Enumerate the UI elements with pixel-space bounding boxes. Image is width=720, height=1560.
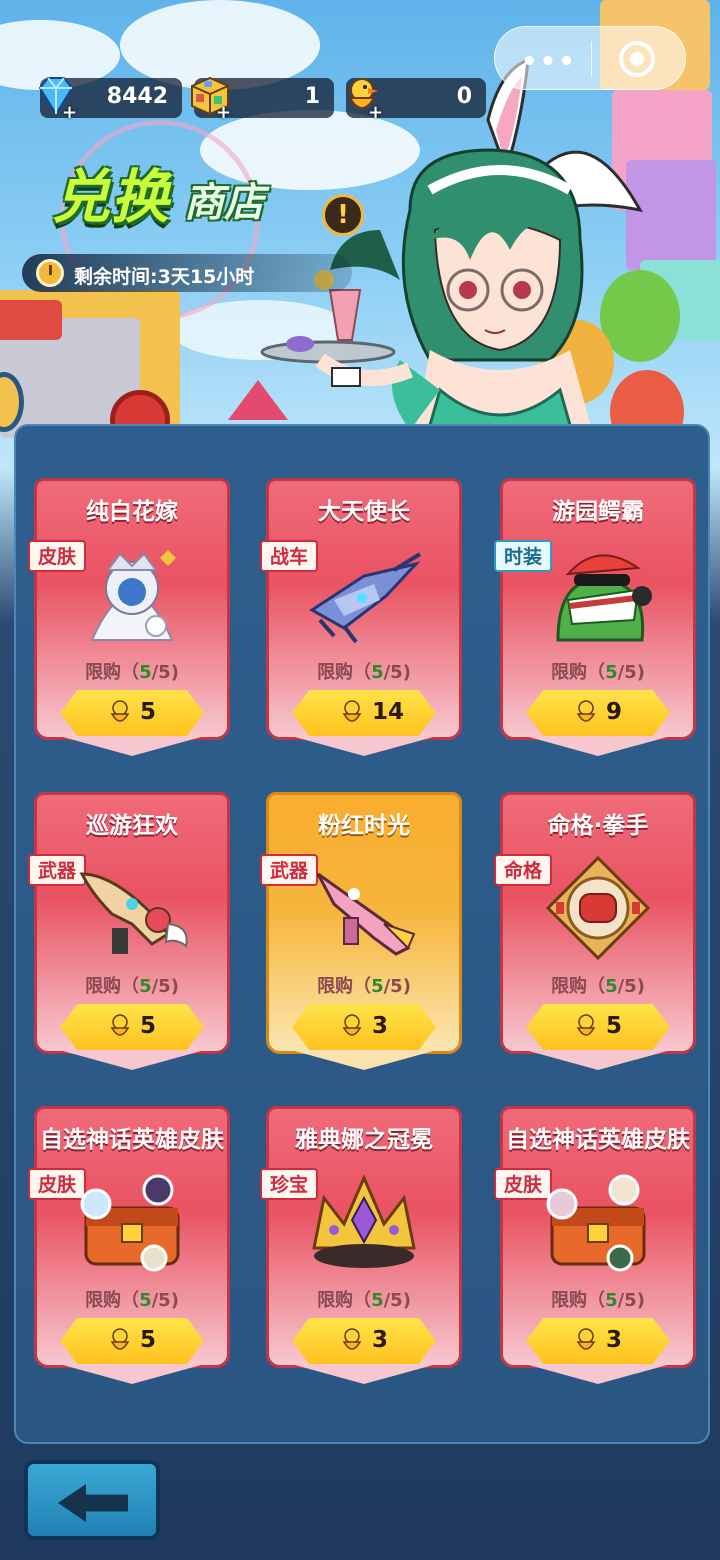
duck-token-icon [110,1328,130,1350]
item-name: 巡游狂欢 [86,813,178,839]
capsule-divider [591,41,592,77]
hero-skin-chest-icon [80,1174,180,1272]
price-value: 3 [372,1013,389,1039]
shop-item-card[interactable]: 游园鳄霸 时装 限购（5/5) 9 [494,478,696,756]
hero-skin-chest-icon [546,1174,646,1272]
info-button[interactable]: ! [322,194,364,236]
price-button[interactable]: 3 [292,1004,436,1050]
purchase-limit: 限购（5/5) [551,662,645,683]
shop-panel: 纯白花嫁 皮肤 限购（5/5) 5 大天使长 战车 限购（5/5) 14 游园鳄… [14,424,710,1444]
shop-item-card[interactable]: 巡游狂欢 武器 限购（5/5) 5 [28,792,230,1070]
crocodile-costume-icon [556,554,652,642]
carnival-gun-icon [79,872,188,954]
archangel-vehicle-icon [309,552,422,644]
duck-token-count: 0 [456,84,472,109]
remaining-time-text: 剩余时间:3天15小时 [74,266,255,288]
item-name: 粉红时光 [318,813,410,839]
price-value: 5 [140,1327,157,1353]
price-value: 5 [606,1013,623,1039]
bride-skin-icon [90,550,176,641]
resource-cube[interactable]: + 1 [191,76,334,123]
shop-title-main: 兑换 [52,163,171,231]
duck-token-icon [342,1328,362,1350]
add-cube-icon[interactable]: + [216,102,231,123]
add-diamond-icon[interactable]: + [62,102,77,123]
purchase-limit: 限购（5/5) [85,662,179,683]
item-name: 大天使长 [318,499,410,525]
remaining-time-bar: 剩余时间:3天15小时 [22,254,352,292]
item-name: 命格·拳手 [547,813,649,839]
back-arrow-icon [58,1484,128,1522]
duck-token-icon [576,1328,596,1350]
duck-token-icon [576,700,596,722]
item-name: 自选神话英雄皮肤 [40,1127,224,1153]
item-name: 雅典娜之冠冕 [295,1127,433,1153]
duck-token-icon [342,700,362,722]
duck-token-icon [576,1014,596,1036]
shop-title-sub: 商店 [184,180,264,226]
price-value: 9 [606,699,623,725]
purchase-limit: 限购（5/5) [85,1290,179,1311]
purchase-limit: 限购（5/5) [85,976,179,997]
purchase-limit: 限购（5/5) [317,662,411,683]
item-name: 游园鳄霸 [552,499,644,525]
shop-item-card[interactable]: 自选神话英雄皮肤 皮肤 限购（5/5) 3 [494,1106,696,1384]
shop-item-card[interactable]: 大天使长 战车 限购（5/5) 14 [260,478,462,756]
price-button[interactable]: 3 [526,1318,670,1364]
price-button[interactable]: 5 [60,1318,204,1364]
clock-icon [36,259,64,287]
shop-item-card[interactable]: 命格·拳手 命格 限购（5/5) 5 [494,792,696,1070]
shop-item-card[interactable]: 自选神话英雄皮肤 皮肤 限购（5/5) 5 [28,1106,230,1384]
duck-token-icon [342,1014,362,1036]
diamond-count: 8442 [106,84,168,109]
more-menu-icon[interactable]: ••• [521,47,577,77]
price-button[interactable]: 5 [60,690,204,736]
shop-item-card[interactable]: 粉红时光 武器 限购（5/5) 3 [260,792,462,1070]
pink-rifle-icon [316,872,416,956]
resource-duck-token[interactable]: + 0 [346,78,486,123]
price-value: 5 [140,1013,157,1039]
price-button[interactable]: 9 [526,690,670,736]
duck-token-icon [110,700,130,722]
add-duck-token-icon[interactable]: + [368,102,383,123]
price-value: 3 [606,1327,623,1353]
shop-item-card[interactable]: 纯白花嫁 皮肤 限购（5/5) 5 [28,478,230,756]
item-name: 自选神话英雄皮肤 [506,1127,690,1153]
price-button[interactable]: 3 [292,1318,436,1364]
shop-item-card[interactable]: 雅典娜之冠冕 珍宝 限购（5/5) 3 [260,1106,462,1384]
back-button[interactable] [24,1460,160,1540]
close-target-icon[interactable] [619,41,655,77]
purchase-limit: 限购（5/5) [551,1290,645,1311]
purchase-limit: 限购（5/5) [317,976,411,997]
purchase-limit: 限购（5/5) [317,1290,411,1311]
item-name: 纯白花嫁 [86,499,178,525]
price-value: 3 [372,1327,389,1353]
mini-program-capsule: ••• [494,26,686,90]
purchase-limit: 限购（5/5) [551,976,645,997]
resource-diamond[interactable]: + 8442 [38,77,182,123]
price-value: 14 [372,699,405,725]
price-button[interactable]: 14 [292,690,436,736]
price-button[interactable]: 5 [526,1004,670,1050]
boxer-emblem-icon [545,855,651,961]
cube-count: 1 [304,84,320,109]
duck-token-icon [110,1014,130,1036]
price-button[interactable]: 5 [60,1004,204,1050]
price-value: 5 [140,699,157,725]
athena-crown-icon [312,1174,416,1268]
